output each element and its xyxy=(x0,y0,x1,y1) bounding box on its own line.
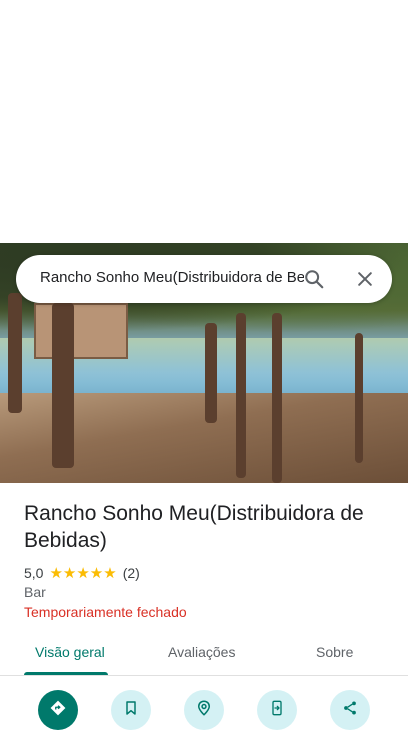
rating-value: 5,0 xyxy=(24,565,44,581)
close-icon[interactable] xyxy=(353,267,377,291)
review-count: (2) xyxy=(122,565,140,581)
photo-tree-trunk xyxy=(236,313,246,478)
photo-tree-trunk xyxy=(8,293,22,413)
send-to-phone-icon xyxy=(269,699,285,722)
bookmark-icon xyxy=(123,700,139,721)
rating-stars: ★★★★★ xyxy=(49,565,117,582)
tab-about[interactable]: Sobre xyxy=(316,644,353,660)
place-title: Rancho Sonho Meu(Distribuidora de Bebida… xyxy=(24,502,364,552)
nearby-button[interactable] xyxy=(184,690,224,730)
send-to-phone-button[interactable] xyxy=(257,690,297,730)
photo-tree-trunk xyxy=(355,333,363,463)
directions-button[interactable] xyxy=(38,690,78,730)
photo-tree-trunk xyxy=(52,303,74,468)
search-bar[interactable]: Rancho Sonho Meu(Distribuidora de Bebida… xyxy=(16,255,392,303)
tab-reviews[interactable]: Avaliações xyxy=(168,644,235,660)
tab-overview[interactable]: Visão geral xyxy=(35,644,105,660)
rating-row[interactable]: 5,0 ★★★★★ (2) xyxy=(24,563,140,583)
search-input[interactable]: Rancho Sonho Meu(Distribuidora de Bebida… xyxy=(40,269,304,286)
photo-tree-trunk xyxy=(272,313,282,483)
share-button[interactable] xyxy=(330,690,370,730)
map-blank-area xyxy=(0,0,408,243)
tab-indicator xyxy=(24,672,108,675)
search-icon[interactable] xyxy=(302,267,326,291)
photo-sign xyxy=(34,303,128,359)
tab-bar: Visão geral Avaliações Sobre xyxy=(0,631,408,676)
share-icon xyxy=(342,700,358,721)
place-category: Bar xyxy=(24,584,46,600)
nearby-icon xyxy=(195,699,213,722)
save-button[interactable] xyxy=(111,690,151,730)
photo-tree-trunk xyxy=(205,323,217,423)
directions-icon xyxy=(49,699,67,722)
status-badge: Temporariamente fechado xyxy=(24,604,187,620)
